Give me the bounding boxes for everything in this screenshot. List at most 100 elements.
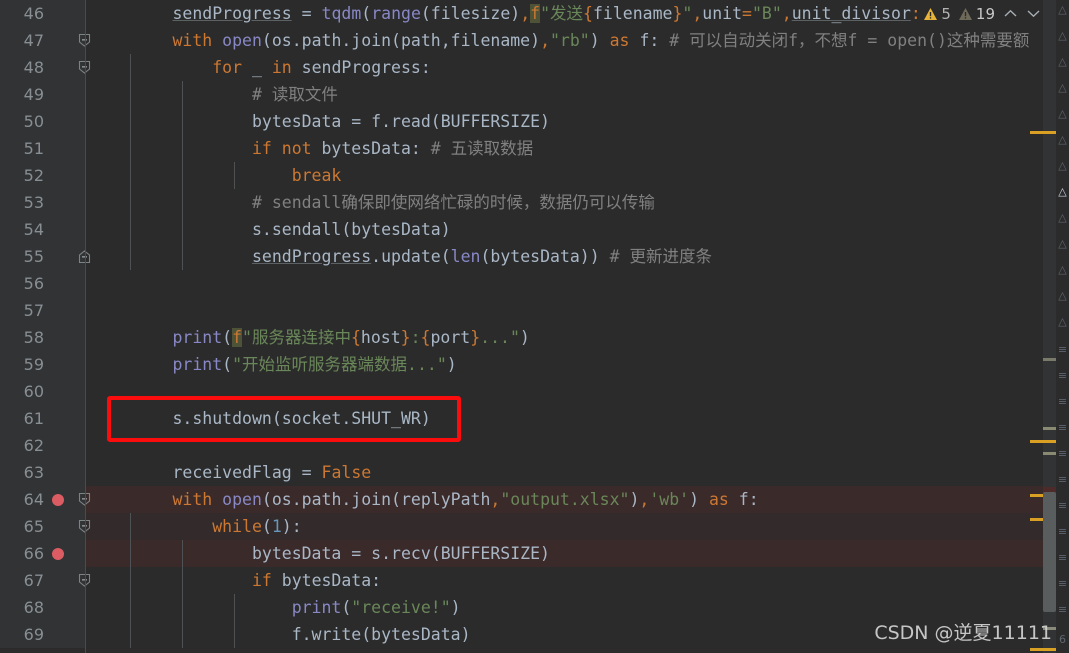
code-token: as (609, 31, 640, 50)
code-editor[interactable]: 46 sendProgress = tqdm(range(filesize),f… (0, 0, 1069, 653)
line-gutter[interactable]: 48 (0, 54, 91, 81)
line-number: 68 (23, 598, 44, 617)
chevron-down-icon[interactable] (1023, 3, 1043, 25)
line-gutter[interactable]: 47 (0, 27, 91, 54)
line-number: 53 (23, 193, 44, 212)
vertical-scrollbar-thumb[interactable] (1043, 492, 1056, 612)
code-line-row[interactable]: 55 sendProgress.update(len(bytesData)) #… (0, 243, 1069, 270)
code-token: unit_divisor (791, 4, 911, 23)
code-line-text: with open(os.path.join(replyPath,"output… (85, 486, 1069, 513)
scrollbar-marker[interactable] (1030, 131, 1056, 134)
code-line-text: while(1): (85, 513, 1069, 540)
error-stripe-glyph: △ (1058, 159, 1067, 172)
code-token: = (742, 4, 752, 23)
scrollbar-marker[interactable] (1043, 427, 1056, 430)
inspection-widget[interactable]: 5 19 (921, 1, 1043, 26)
line-gutter[interactable]: 67 (0, 567, 91, 594)
line-gutter[interactable]: 65 (0, 513, 91, 540)
code-line-row[interactable]: 67 if bytesData: (0, 567, 1069, 594)
scrollbar-marker[interactable] (1043, 358, 1056, 361)
code-token: : (910, 4, 921, 23)
line-gutter[interactable]: 63 (0, 459, 85, 486)
error-stripe-glyph: ≡ (1057, 343, 1068, 356)
scrollbar-marker[interactable] (1030, 440, 1056, 443)
code-line-row[interactable]: 66 bytesData = s.recv(BUFFERSIZE) (0, 540, 1069, 567)
line-gutter[interactable]: 46 (0, 0, 85, 27)
error-stripe-glyph: ≡ (1057, 577, 1068, 590)
line-gutter[interactable]: 50 (0, 108, 85, 135)
code-line-row[interactable]: 64 with open(os.path.join(replyPath,"out… (0, 486, 1069, 513)
code-token: sendProgress (172, 4, 292, 23)
code-token: bytesData: (281, 571, 382, 590)
line-gutter[interactable]: 58 (0, 324, 85, 351)
code-line-row[interactable]: 57 (0, 297, 1069, 324)
line-gutter[interactable]: 49 (0, 81, 85, 108)
scrollbar-marker[interactable] (1030, 648, 1056, 651)
code-token: } (470, 328, 481, 347)
code-token: f (232, 328, 243, 347)
scrollbar-marker[interactable] (1043, 452, 1056, 455)
line-number: 60 (23, 382, 44, 401)
line-gutter[interactable]: 59 (0, 351, 85, 378)
code-token: _ (251, 58, 272, 77)
line-gutter[interactable]: 55 (0, 243, 91, 270)
code-token: ) (450, 598, 461, 617)
line-gutter[interactable]: 69 (0, 621, 85, 648)
code-line-row[interactable]: 47 with open(os.path.join(path,filename)… (0, 27, 1069, 54)
line-gutter[interactable]: 60 (0, 378, 85, 405)
code-line-text: s.sendall(bytesData) (85, 216, 1069, 243)
code-line-row[interactable]: 52 break (0, 162, 1069, 189)
error-stripe-glyph: ≡ (1057, 473, 1068, 486)
code-line-text: # sendall确保即使网络忙碌的时候，数据仍可以传输 (85, 189, 1069, 216)
error-stripe-glyph: ≡ (1057, 525, 1068, 538)
line-gutter[interactable]: 54 (0, 216, 85, 243)
code-token: , (490, 490, 501, 509)
code-line-row[interactable]: 59 print("开始监听服务器端数据...") (0, 351, 1069, 378)
chevron-up-icon[interactable] (1000, 3, 1020, 25)
code-line-row[interactable]: 50 bytesData = f.read(BUFFERSIZE) (0, 108, 1069, 135)
code-token: if not (251, 139, 322, 158)
code-line-row[interactable]: 49 # 读取文件 (0, 81, 1069, 108)
line-gutter[interactable]: 66 (0, 540, 85, 567)
error-stripe-glyph: △ (1058, 3, 1067, 16)
code-line-row[interactable]: 60 (0, 378, 1069, 405)
line-gutter[interactable]: 53 (0, 189, 85, 216)
line-gutter[interactable]: 57 (0, 297, 85, 324)
code-line-row[interactable]: 56 (0, 270, 1069, 297)
code-line-row[interactable]: 68 print("receive!") (0, 594, 1069, 621)
warning-group[interactable]: 5 (921, 5, 953, 23)
code-line-row[interactable]: 58 print(f"服务器连接中{host}:{port}...") (0, 324, 1069, 351)
line-gutter[interactable]: 52 (0, 162, 85, 189)
line-gutter[interactable]: 56 (0, 270, 85, 297)
code-line-row[interactable]: 61 s.shutdown(socket.SHUT_WR) (0, 405, 1069, 432)
code-token: f: (738, 490, 759, 509)
code-line-row[interactable]: 63 receivedFlag = False (0, 459, 1069, 486)
code-line-row[interactable]: 51 if not bytesData: # 五读取数据 (0, 135, 1069, 162)
breakpoint-marker[interactable] (52, 548, 64, 560)
breakpoint-marker[interactable] (52, 494, 64, 506)
code-line-row[interactable]: 53 # sendall确保即使网络忙碌的时候，数据仍可以传输 (0, 189, 1069, 216)
weak-warning-group[interactable]: 19 (956, 5, 997, 23)
warning-triangle-icon (924, 7, 938, 20)
line-gutter[interactable]: 62 (0, 432, 85, 459)
line-gutter[interactable]: 64 (0, 486, 91, 513)
indent-guide (234, 594, 235, 621)
code-line-row[interactable]: 65 while(1): (0, 513, 1069, 540)
code-line-row[interactable]: 62 (0, 432, 1069, 459)
line-number: 52 (23, 166, 44, 185)
line-gutter[interactable]: 61 (0, 405, 85, 432)
line-gutter[interactable]: 51 (0, 135, 85, 162)
code-line-row[interactable]: 46 sendProgress = tqdm(range(filesize),f… (0, 0, 1069, 27)
line-gutter[interactable]: 68 (0, 594, 85, 621)
code-line-row[interactable]: 54 s.sendall(bytesData) (0, 216, 1069, 243)
code-line-row[interactable]: 48 for _ in sendProgress: (0, 54, 1069, 81)
line-number: 65 (23, 517, 44, 536)
code-token: "rb" (550, 31, 590, 50)
error-stripe-glyph: ≡ (1057, 421, 1068, 434)
error-stripe-glyph: ≡ (1057, 499, 1068, 512)
